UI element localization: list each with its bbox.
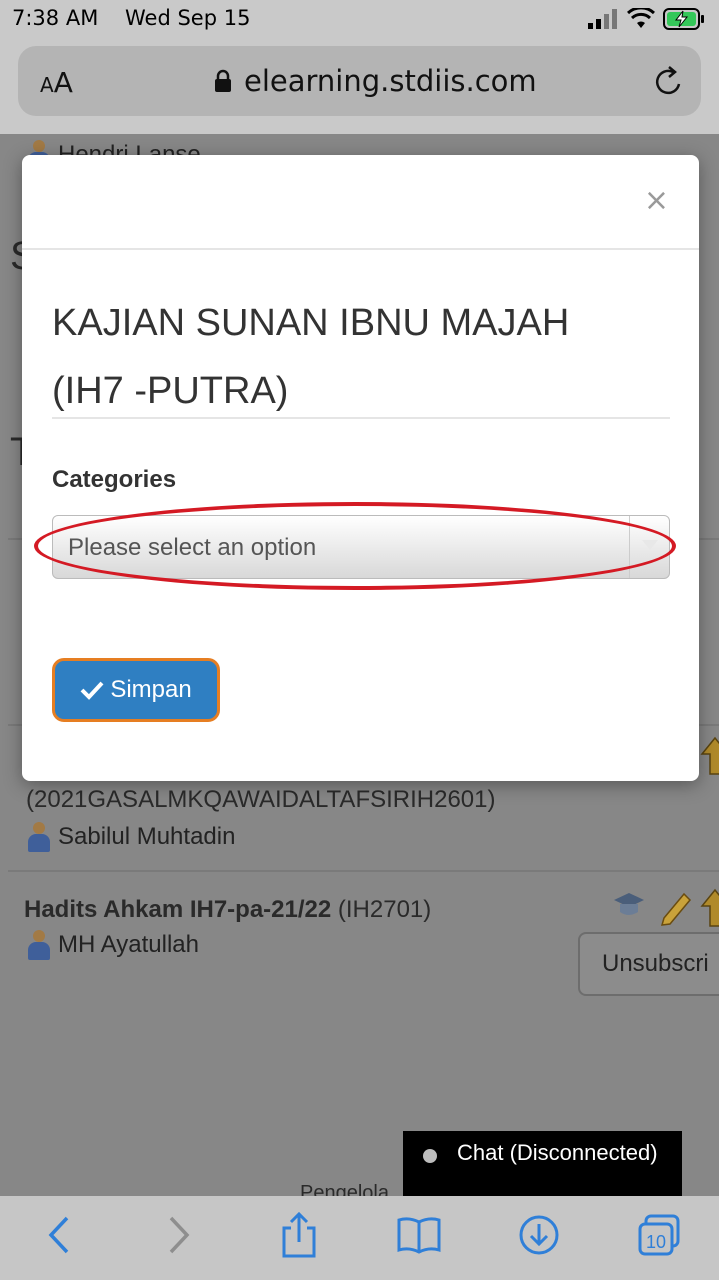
download-icon — [519, 1215, 559, 1255]
title-divider — [52, 417, 670, 419]
bg-course-code: (2021GASALMKQAWAIDALTAFSIRIH2601) — [26, 786, 496, 813]
signal-icon — [588, 9, 617, 29]
graduation-cap-icon[interactable] — [612, 888, 646, 922]
person-icon — [26, 822, 52, 852]
status-date: Wed Sep 15 — [125, 6, 251, 30]
tabs-icon: 10 — [638, 1214, 680, 1256]
url-display[interactable]: elearning.stdiis.com — [214, 64, 537, 98]
categories-select[interactable]: Please select an option — [52, 515, 670, 579]
browser-toolbar: 10 — [0, 1196, 719, 1280]
modal-header-divider — [22, 248, 699, 250]
chat-label: Chat (Disconnected) — [457, 1140, 658, 1165]
category-modal: × KAJIAN SUNAN IBNU MAJAH (IH7 -PUTRA) C… — [22, 155, 699, 781]
url-text: elearning.stdiis.com — [244, 64, 537, 98]
bg-instructor-2: MH Ayatullah — [26, 930, 199, 960]
categories-label: Categories — [52, 466, 177, 493]
bg-instructor-1: Sabilul Muhtadin — [26, 822, 235, 852]
pencil-icon[interactable] — [658, 888, 694, 926]
share-button[interactable] — [274, 1210, 324, 1260]
close-button[interactable]: × — [644, 183, 669, 218]
forward-icon — [169, 1216, 190, 1254]
save-label: Simpan — [110, 676, 192, 703]
tabs-count: 10 — [646, 1232, 666, 1252]
unsubscribe-button[interactable]: Unsubscri — [578, 932, 719, 996]
lock-icon — [215, 69, 231, 92]
modal-title: KAJIAN SUNAN IBNU MAJAH (IH7 -PUTRA) — [52, 302, 570, 412]
back-icon — [48, 1216, 69, 1254]
arrow-up-icon[interactable] — [700, 888, 719, 928]
bg-footer-fragment: Pengelola — [300, 1182, 389, 1196]
text-size-button[interactable]: AA — [40, 66, 73, 99]
save-button[interactable]: Simpan — [52, 658, 220, 722]
bg-course-2[interactable]: Hadits Ahkam IH7-pa-21/22 (IH2701) — [24, 896, 431, 924]
forward-button[interactable] — [154, 1210, 204, 1260]
back-button[interactable] — [34, 1210, 84, 1260]
browser-address-area: AA elearning.stdiis.com — [0, 40, 719, 134]
status-icons — [587, 8, 705, 30]
status-time: 7:38 AM — [12, 6, 99, 30]
chat-status-dot — [423, 1149, 437, 1163]
arrow-up-icon[interactable] — [700, 736, 719, 776]
chevron-down-icon — [629, 516, 669, 578]
divider — [8, 870, 719, 872]
status-bar: 7:38 AM Wed Sep 15 — [0, 0, 719, 40]
tabs-button[interactable]: 10 — [634, 1210, 684, 1260]
wifi-icon — [627, 8, 655, 28]
check-icon — [80, 681, 104, 700]
person-icon — [26, 930, 52, 960]
chat-widget[interactable]: Chat (Disconnected) — [403, 1131, 682, 1196]
address-bar[interactable]: AA elearning.stdiis.com — [18, 46, 701, 116]
select-placeholder: Please select an option — [68, 534, 317, 561]
share-icon — [282, 1212, 316, 1258]
downloads-button[interactable] — [514, 1210, 564, 1260]
bookmarks-icon — [397, 1217, 441, 1254]
battery-charging-icon — [663, 8, 704, 30]
bookmarks-button[interactable] — [394, 1210, 444, 1260]
reload-icon[interactable] — [653, 64, 685, 98]
